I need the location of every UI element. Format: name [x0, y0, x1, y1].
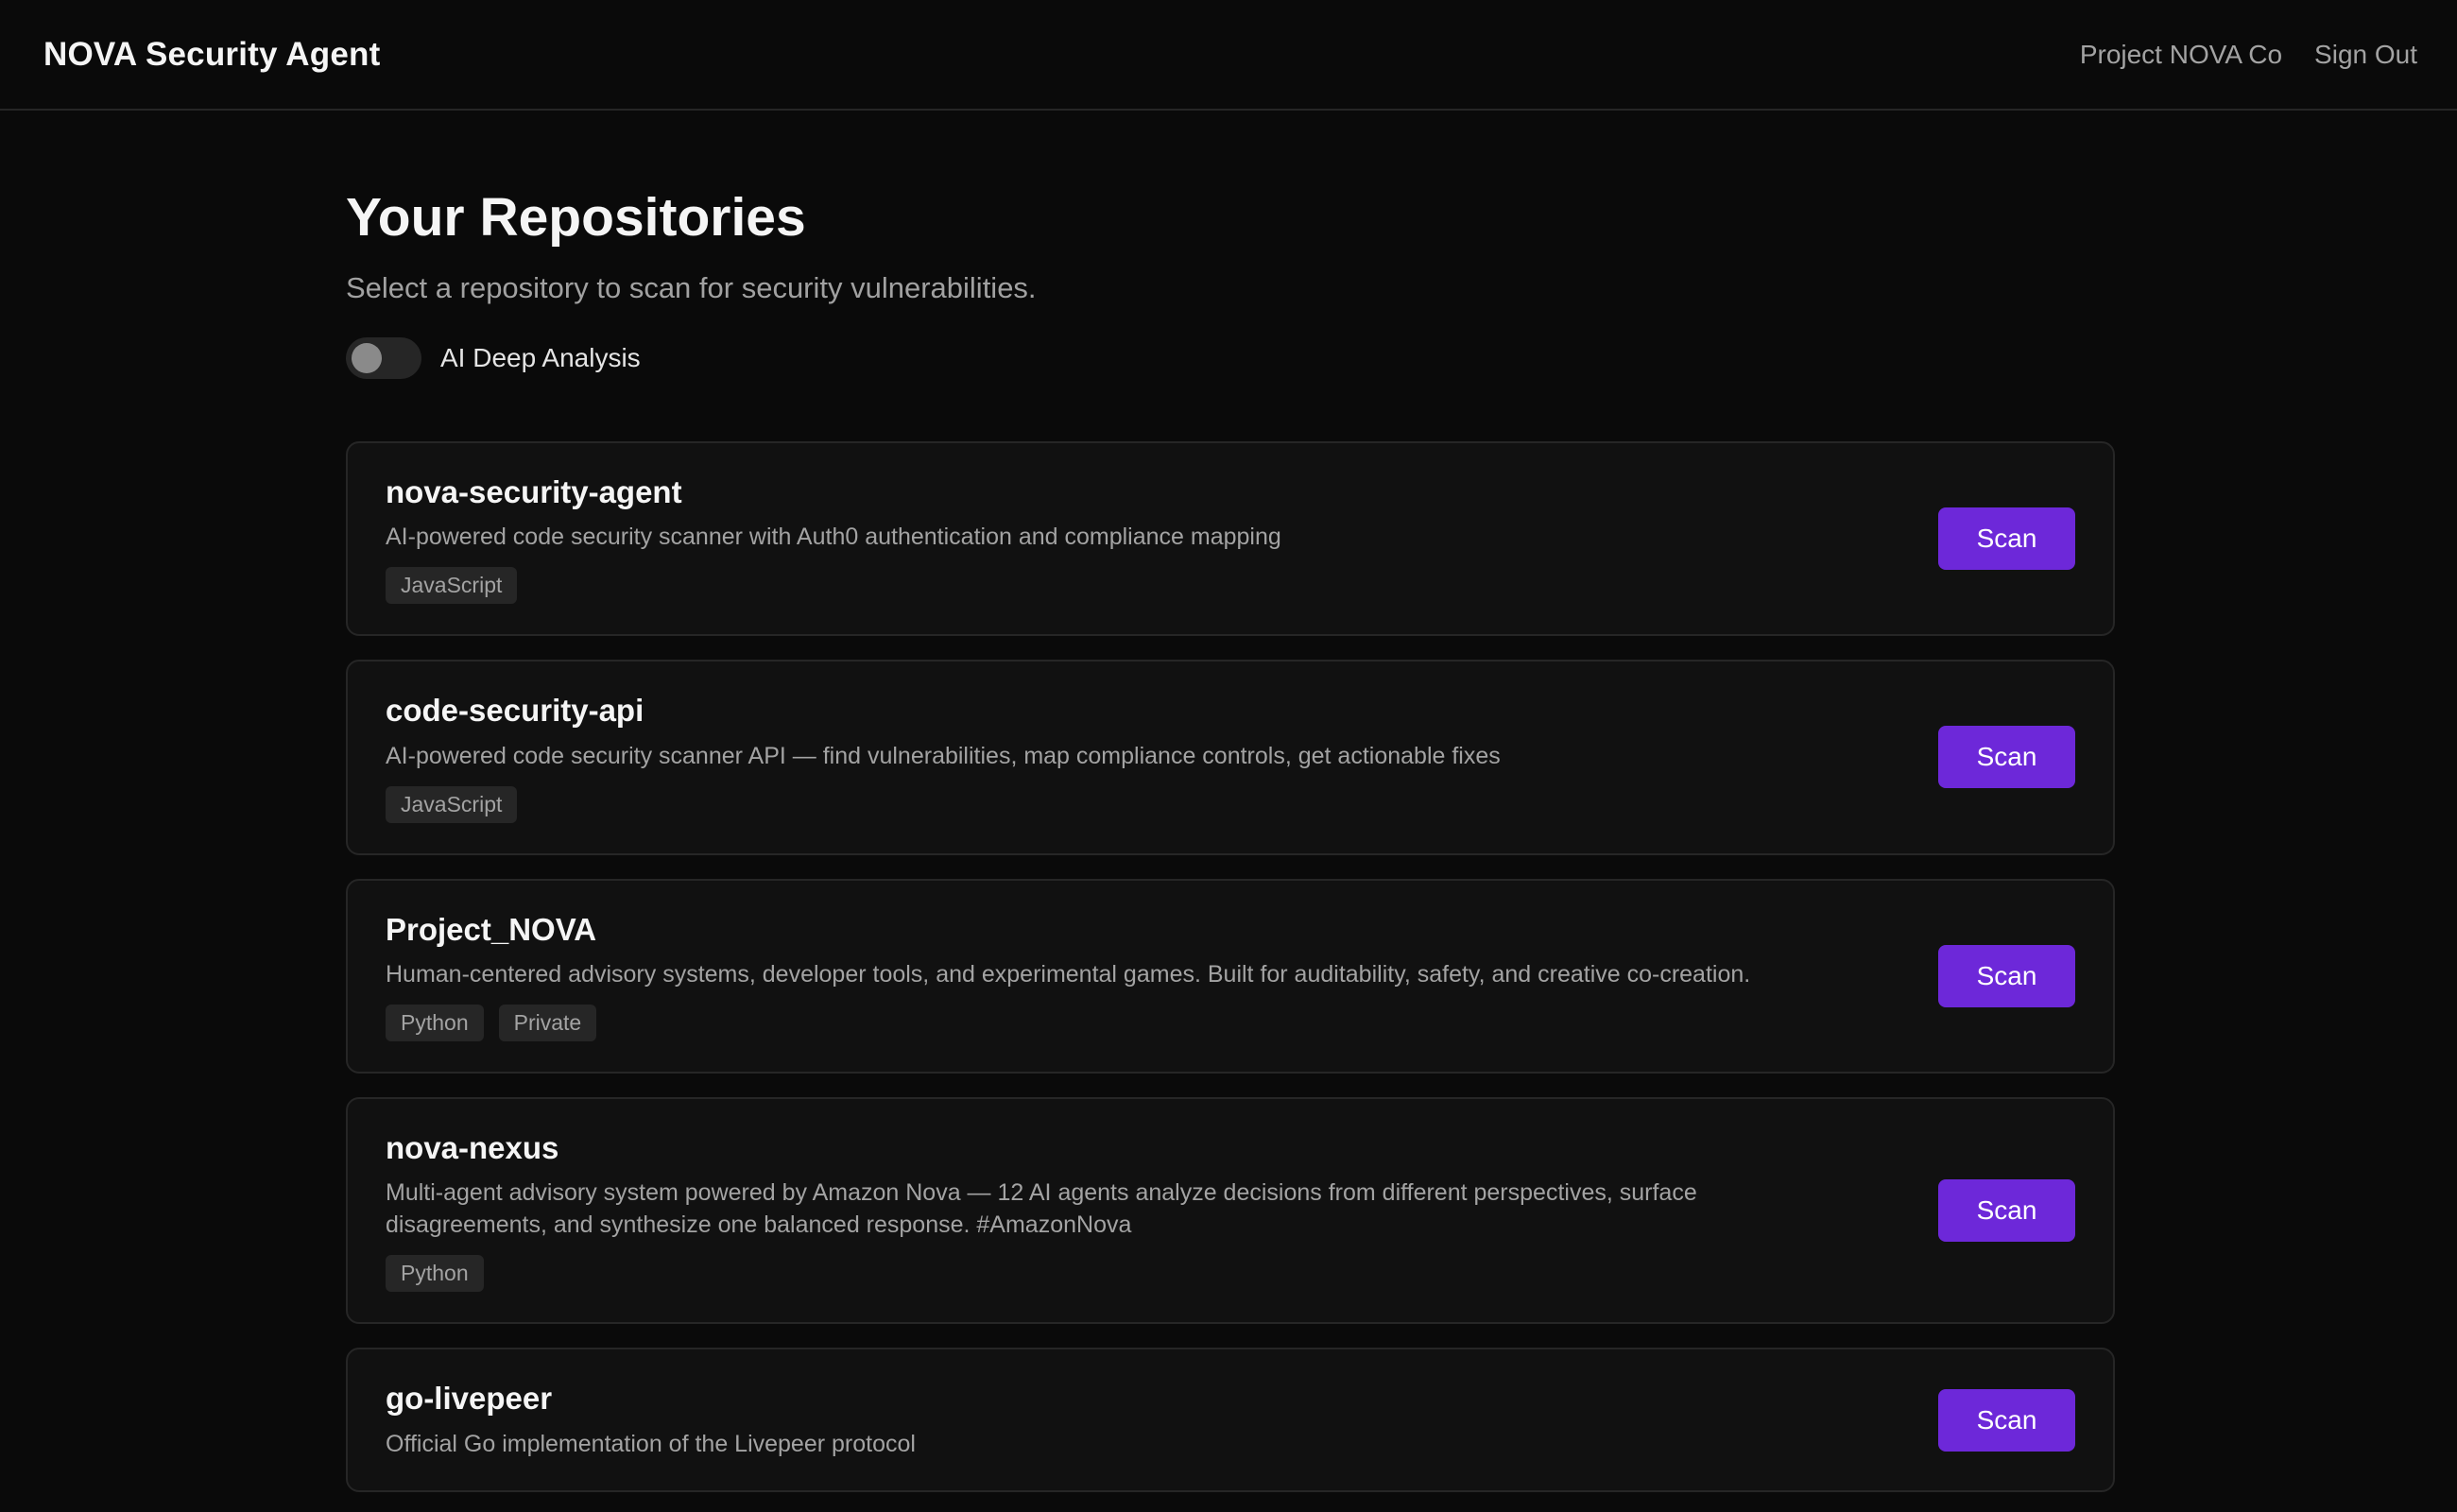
repo-description: Human-centered advisory systems, develop… — [386, 961, 1751, 988]
repo-card: code-security-api AI-powered code securi… — [346, 660, 2115, 855]
language-tag: JavaScript — [386, 567, 518, 605]
repo-description: Official Go implementation of the Livepe… — [386, 1430, 916, 1457]
repo-card: go-livepeer Official Go implementation o… — [346, 1347, 2115, 1493]
repo-info: nova-nexus Multi-agent advisory system p… — [386, 1129, 1938, 1292]
repo-name: Project_NOVA — [386, 911, 597, 947]
main-content: Your Repositories Select a repository to… — [346, 111, 2115, 1493]
language-tag: Python — [386, 1004, 484, 1041]
repo-description: AI-powered code security scanner API — f… — [386, 742, 1501, 769]
repo-card: Project_NOVA Human-centered advisory sys… — [346, 878, 2115, 1074]
visibility-tag: Private — [498, 1004, 597, 1041]
repo-list: nova-security-agent AI-powered code secu… — [346, 440, 2115, 1493]
toggle-label: AI Deep Analysis — [440, 342, 641, 372]
repo-info: nova-security-agent AI-powered code secu… — [386, 473, 1938, 605]
repo-tags: Python — [386, 1254, 1863, 1292]
repo-info: Project_NOVA Human-centered advisory sys… — [386, 911, 1938, 1041]
scan-button[interactable]: Scan — [1938, 726, 2075, 789]
repo-description: Multi-agent advisory system powered by A… — [386, 1179, 1697, 1239]
ai-deep-analysis-row: AI Deep Analysis — [346, 336, 2115, 379]
repo-card: nova-nexus Multi-agent advisory system p… — [346, 1096, 2115, 1324]
repo-name: nova-nexus — [386, 1129, 559, 1165]
language-tag: JavaScript — [386, 785, 518, 823]
top-nav: Project NOVA Co Sign Out — [2080, 40, 2417, 70]
scan-button[interactable]: Scan — [1938, 1178, 2075, 1242]
repo-tags: Python Private — [386, 1004, 1863, 1041]
repo-info: go-livepeer Official Go implementation o… — [386, 1380, 1938, 1460]
scan-button[interactable]: Scan — [1938, 944, 2075, 1007]
sign-out-link[interactable]: Sign Out — [2314, 40, 2417, 70]
repo-card: nova-security-agent AI-powered code secu… — [346, 440, 2115, 637]
repo-name: go-livepeer — [386, 1380, 553, 1416]
toggle-knob — [352, 342, 382, 373]
repo-tags: JavaScript — [386, 785, 1863, 823]
language-tag: Python — [386, 1254, 484, 1292]
scan-button[interactable]: Scan — [1938, 1388, 2075, 1452]
scan-button[interactable]: Scan — [1938, 507, 2075, 571]
repo-info: code-security-api AI-powered code securi… — [386, 692, 1938, 823]
repo-tags: JavaScript — [386, 567, 1863, 605]
page-subtitle: Select a repository to scan for security… — [346, 270, 1037, 304]
org-link[interactable]: Project NOVA Co — [2080, 40, 2282, 70]
page-title: Your Repositories — [346, 187, 806, 248]
ai-deep-analysis-toggle[interactable] — [346, 336, 421, 379]
repo-description: AI-powered code security scanner with Au… — [386, 524, 1281, 551]
top-bar: NOVA Security Agent Project NOVA Co Sign… — [0, 0, 2457, 111]
app-brand: NOVA Security Agent — [43, 35, 381, 73]
repo-name: nova-security-agent — [386, 473, 682, 509]
repo-name: code-security-api — [386, 693, 644, 729]
